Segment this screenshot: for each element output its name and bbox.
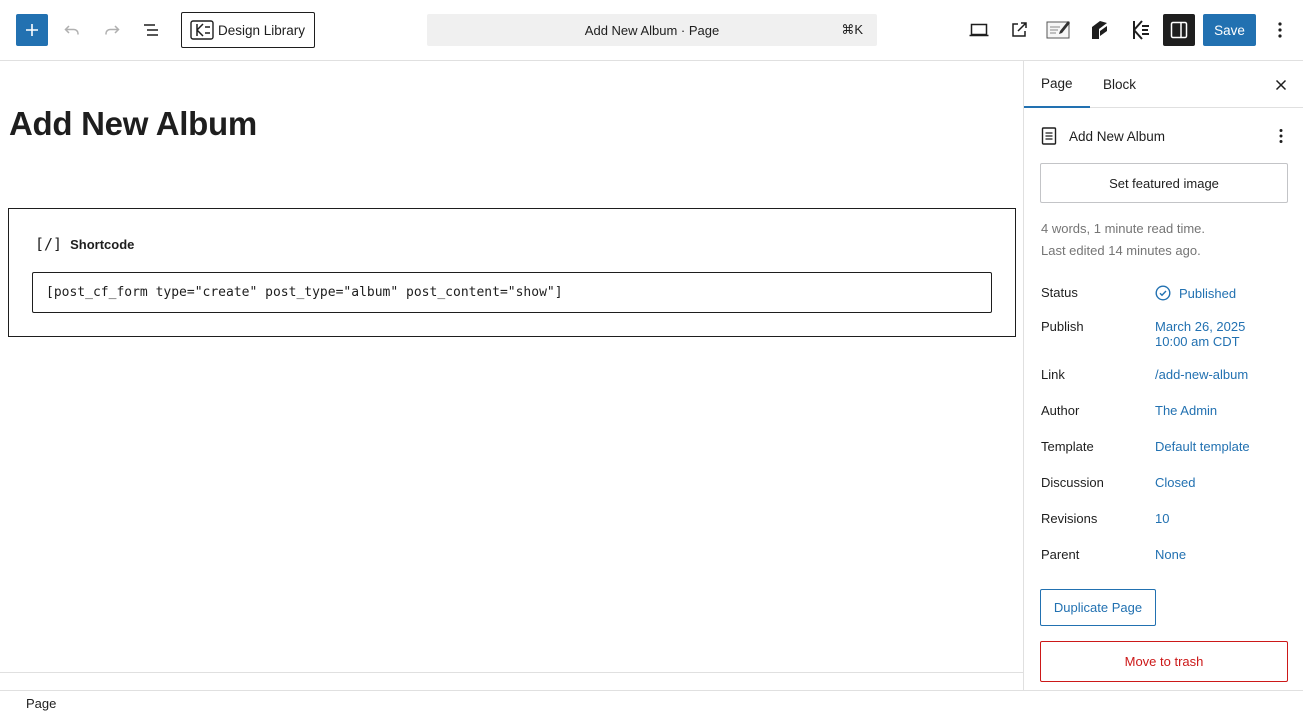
- publish-time: 10:00 am CDT: [1155, 334, 1240, 349]
- add-block-button[interactable]: [16, 14, 48, 46]
- publish-date: March 26, 2025: [1155, 319, 1246, 334]
- post-title[interactable]: Add New Album: [9, 105, 257, 143]
- breadcrumb-page[interactable]: Page: [26, 696, 56, 711]
- move-to-trash-button[interactable]: Move to trash: [1040, 641, 1288, 682]
- last-edited-text: Last edited 14 minutes ago.: [1041, 243, 1201, 258]
- link-label: Link: [1041, 367, 1065, 382]
- kadence-logo-icon: [1133, 20, 1149, 40]
- status-value[interactable]: Published: [1155, 285, 1236, 301]
- shortcode-block[interactable]: [/] Shortcode [post_cf_form type="create…: [8, 208, 1016, 337]
- redo-button[interactable]: [95, 13, 129, 47]
- document-actions-button[interactable]: [1271, 125, 1291, 147]
- document-overview-button[interactable]: [135, 13, 169, 47]
- block-breadcrumb-bar: Page: [0, 690, 1303, 713]
- save-button[interactable]: Save: [1203, 14, 1256, 46]
- more-vertical-icon: [1278, 22, 1282, 38]
- external-link-icon: [1012, 22, 1027, 37]
- design-library-logo-icon: [190, 20, 214, 40]
- parent-value[interactable]: None: [1155, 547, 1186, 562]
- undo-icon: [64, 25, 79, 35]
- sidebar-tabs: Page Block: [1024, 61, 1303, 108]
- publish-label: Publish: [1041, 319, 1084, 334]
- design-library-label: Design Library: [218, 22, 306, 38]
- set-featured-image-button[interactable]: Set featured image: [1040, 163, 1288, 203]
- published-check-icon: [1155, 285, 1171, 301]
- status-label: Status: [1041, 285, 1078, 300]
- template-label: Template: [1041, 439, 1094, 454]
- publish-date-value[interactable]: March 26, 2025 10:00 am CDT: [1155, 319, 1245, 349]
- revisions-label: Revisions: [1041, 511, 1098, 526]
- view-page-button[interactable]: [1002, 13, 1036, 47]
- design-library-button[interactable]: Design Library: [181, 12, 315, 48]
- tab-page[interactable]: Page: [1024, 61, 1090, 108]
- template-value[interactable]: Default template: [1155, 439, 1250, 454]
- command-bar-text: Add New Album · Page: [584, 22, 720, 38]
- close-sidebar-button[interactable]: [1270, 74, 1292, 96]
- shortcode-label-text: Shortcode: [70, 236, 135, 252]
- list-view-icon: [144, 24, 158, 36]
- link-value[interactable]: /add-new-album: [1155, 367, 1248, 382]
- shortcode-icon: [/]: [35, 235, 63, 253]
- redo-icon: [105, 25, 120, 35]
- more-vertical-icon: [1279, 129, 1283, 143]
- preview-button[interactable]: [962, 13, 996, 47]
- notepad-pen-icon: [1046, 21, 1070, 39]
- plus-icon: [26, 24, 38, 36]
- page-icon: [1041, 127, 1057, 145]
- editor-toolbar: Design Library Add New Album · Page ⌘K S…: [0, 0, 1303, 61]
- status-value-text: Published: [1179, 285, 1237, 301]
- command-palette-bar[interactable]: Add New Album · Page ⌘K: [427, 14, 877, 46]
- command-shortcut: ⌘K: [841, 22, 863, 37]
- undo-button[interactable]: [55, 13, 89, 47]
- shortcode-input[interactable]: [post_cf_form type="create" post_type="a…: [32, 272, 992, 313]
- desktop-view-icon: [969, 23, 989, 37]
- options-menu-button[interactable]: [1263, 13, 1297, 47]
- settings-sidebar-toggle[interactable]: [1163, 14, 1195, 46]
- author-value[interactable]: The Admin: [1155, 403, 1217, 418]
- shortcode-block-label: [/] Shortcode: [35, 235, 134, 253]
- settings-sidebar: Page Block Add New Album Set featured im…: [1023, 61, 1303, 690]
- tab-block[interactable]: Block: [1086, 61, 1153, 108]
- parent-label: Parent: [1041, 547, 1080, 562]
- close-icon: [1275, 79, 1287, 91]
- document-title: Add New Album: [1069, 128, 1166, 144]
- discussion-label: Discussion: [1041, 475, 1104, 490]
- word-count-text: 4 words, 1 minute read time.: [1041, 221, 1206, 236]
- document-summary: Add New Album: [1041, 125, 1291, 147]
- editor-canvas: Add New Album [/] Shortcode [post_cf_for…: [0, 61, 1023, 672]
- revisions-value[interactable]: 10: [1155, 511, 1169, 526]
- discussion-value[interactable]: Closed: [1155, 475, 1195, 490]
- plugin-button-1[interactable]: [1082, 13, 1116, 47]
- plugin-logo-icon: [1092, 21, 1107, 39]
- author-label: Author: [1041, 403, 1080, 418]
- notes-button[interactable]: [1042, 13, 1076, 47]
- canvas-bottom-divider: [0, 672, 1023, 673]
- sidebar-panel-icon: [1170, 21, 1188, 39]
- plugin-button-2[interactable]: [1122, 13, 1156, 47]
- duplicate-page-button[interactable]: Duplicate Page: [1040, 589, 1156, 626]
